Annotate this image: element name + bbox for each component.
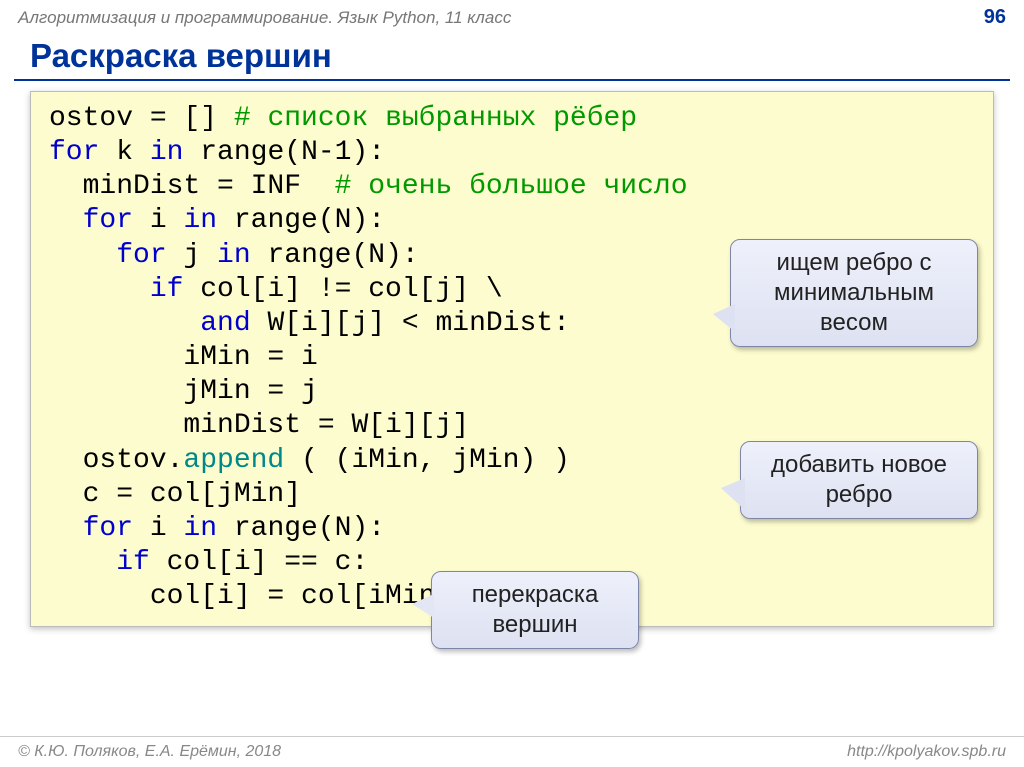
header: Алгоритмизация и программирование. Язык …	[0, 0, 1024, 31]
code-l2-mid: k	[99, 137, 149, 168]
code-l5-rest: range(N):	[251, 240, 419, 271]
code-l5-for: for	[49, 240, 167, 271]
callout-tail-icon	[713, 304, 735, 332]
code-l5-mid: j	[167, 240, 217, 271]
code-l4-mid: i	[133, 205, 183, 236]
code-l4-for: for	[49, 205, 133, 236]
code-l4-in: in	[183, 205, 217, 236]
code-l2-rest: range(N-1):	[183, 137, 385, 168]
code-l11b: ( (iMin, jMin) )	[284, 445, 570, 476]
code-block: ostov = [] # список выбранных рёбер for …	[30, 91, 994, 627]
callout-text: ищем ребро с минимальным весом	[774, 249, 934, 336]
code-l2-for: for	[49, 137, 99, 168]
title-rule	[14, 79, 1010, 81]
code-l11a: ostov.	[49, 445, 183, 476]
callout-tail-icon	[412, 594, 434, 618]
code-l14-if: if	[49, 547, 150, 578]
code-l2-in: in	[150, 137, 184, 168]
code-l13-rest: range(N):	[217, 513, 385, 544]
page-number: 96	[984, 6, 1006, 29]
slide-title: Раскраска вершин	[30, 37, 1024, 75]
code-l13-mid: i	[133, 513, 183, 544]
callout-find-min-edge: ищем ребро с минимальным весом	[730, 239, 978, 347]
callout-tail-icon	[721, 478, 745, 510]
code-l1c: # список выбранных рёбер	[234, 103, 637, 134]
code-l9: jMin = j	[49, 376, 318, 407]
code-l14-rest: col[i] == c:	[150, 547, 368, 578]
course-label: Алгоритмизация и программирование. Язык …	[18, 8, 511, 28]
code-l3c: # очень большое число	[335, 171, 688, 202]
code-l13-in: in	[183, 513, 217, 544]
code-l11fn: append	[183, 445, 284, 476]
code-l10: minDist = W[i][j]	[49, 410, 469, 441]
code-l15: col[i] = col[iMin]	[49, 581, 452, 612]
code-l5-in: in	[217, 240, 251, 271]
code-l12: c = col[jMin]	[49, 479, 301, 510]
callout-text: добавить новое ребро	[771, 451, 947, 508]
footer-copyright: © К.Ю. Поляков, Е.А. Ерёмин, 2018	[18, 743, 281, 761]
footer: © К.Ю. Поляков, Е.А. Ерёмин, 2018 http:/…	[0, 736, 1024, 761]
code-l1a: ostov = []	[49, 103, 234, 134]
code-l6-if: if	[49, 274, 183, 305]
code-l3a: minDist = INF	[49, 171, 335, 202]
callout-recolor: перекраска вершин	[431, 571, 639, 649]
code-l6-rest: col[i] != col[j] \	[183, 274, 502, 305]
code-l7-rest: W[i][j] < minDist:	[251, 308, 570, 339]
code-l4-rest: range(N):	[217, 205, 385, 236]
code-l7-and: and	[49, 308, 251, 339]
code-l8: iMin = i	[49, 342, 318, 373]
code-l13-for: for	[49, 513, 133, 544]
footer-url: http://kpolyakov.spb.ru	[847, 743, 1006, 761]
callout-add-edge: добавить новое ребро	[740, 441, 978, 519]
callout-text: перекраска вершин	[472, 581, 599, 638]
